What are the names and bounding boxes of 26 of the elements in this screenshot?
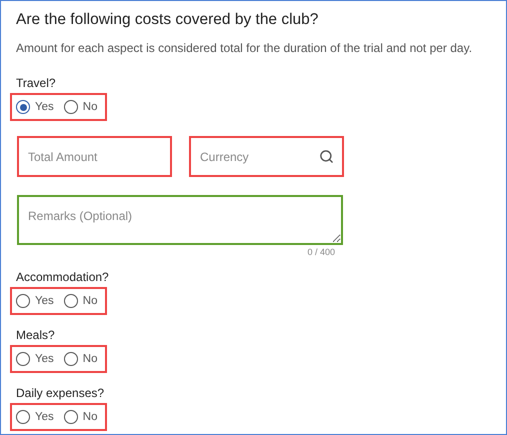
radio-icon[interactable]: [16, 294, 30, 308]
remarks-field[interactable]: Remarks (Optional): [17, 195, 343, 245]
radio-option[interactable]: Yes: [16, 294, 54, 308]
radio-option[interactable]: No: [64, 100, 98, 114]
question-label: Travel?: [16, 75, 56, 91]
radio-icon[interactable]: [16, 352, 30, 366]
radio-icon[interactable]: [64, 294, 78, 308]
question-label: Meals?: [16, 327, 55, 343]
radio-icon[interactable]: [64, 100, 78, 114]
section-title: Are the following costs covered by the club?: [16, 10, 320, 30]
radio-option[interactable]: Yes: [16, 100, 54, 114]
search-field[interactable]: Currency: [189, 136, 344, 177]
info-note: Amount for each aspect is considered total for the duration of the trial and not per day.: [16, 40, 474, 56]
radio-option[interactable]: No: [64, 294, 98, 308]
radio-icon[interactable]: [64, 410, 78, 424]
radio-icon[interactable]: [64, 352, 78, 366]
radio-option[interactable]: No: [64, 352, 98, 366]
radio-option[interactable]: Yes: [16, 410, 54, 424]
question-label: Daily expenses?: [16, 385, 104, 401]
input-field[interactable]: Total Amount: [17, 136, 172, 177]
question-label: Accommodation?: [16, 269, 109, 285]
radio-option[interactable]: No: [64, 410, 98, 424]
radio-icon[interactable]: [16, 410, 30, 424]
character-counter: 0 / 400: [307, 247, 335, 257]
radio-option[interactable]: Yes: [16, 352, 54, 366]
radio-icon[interactable]: [16, 100, 30, 114]
